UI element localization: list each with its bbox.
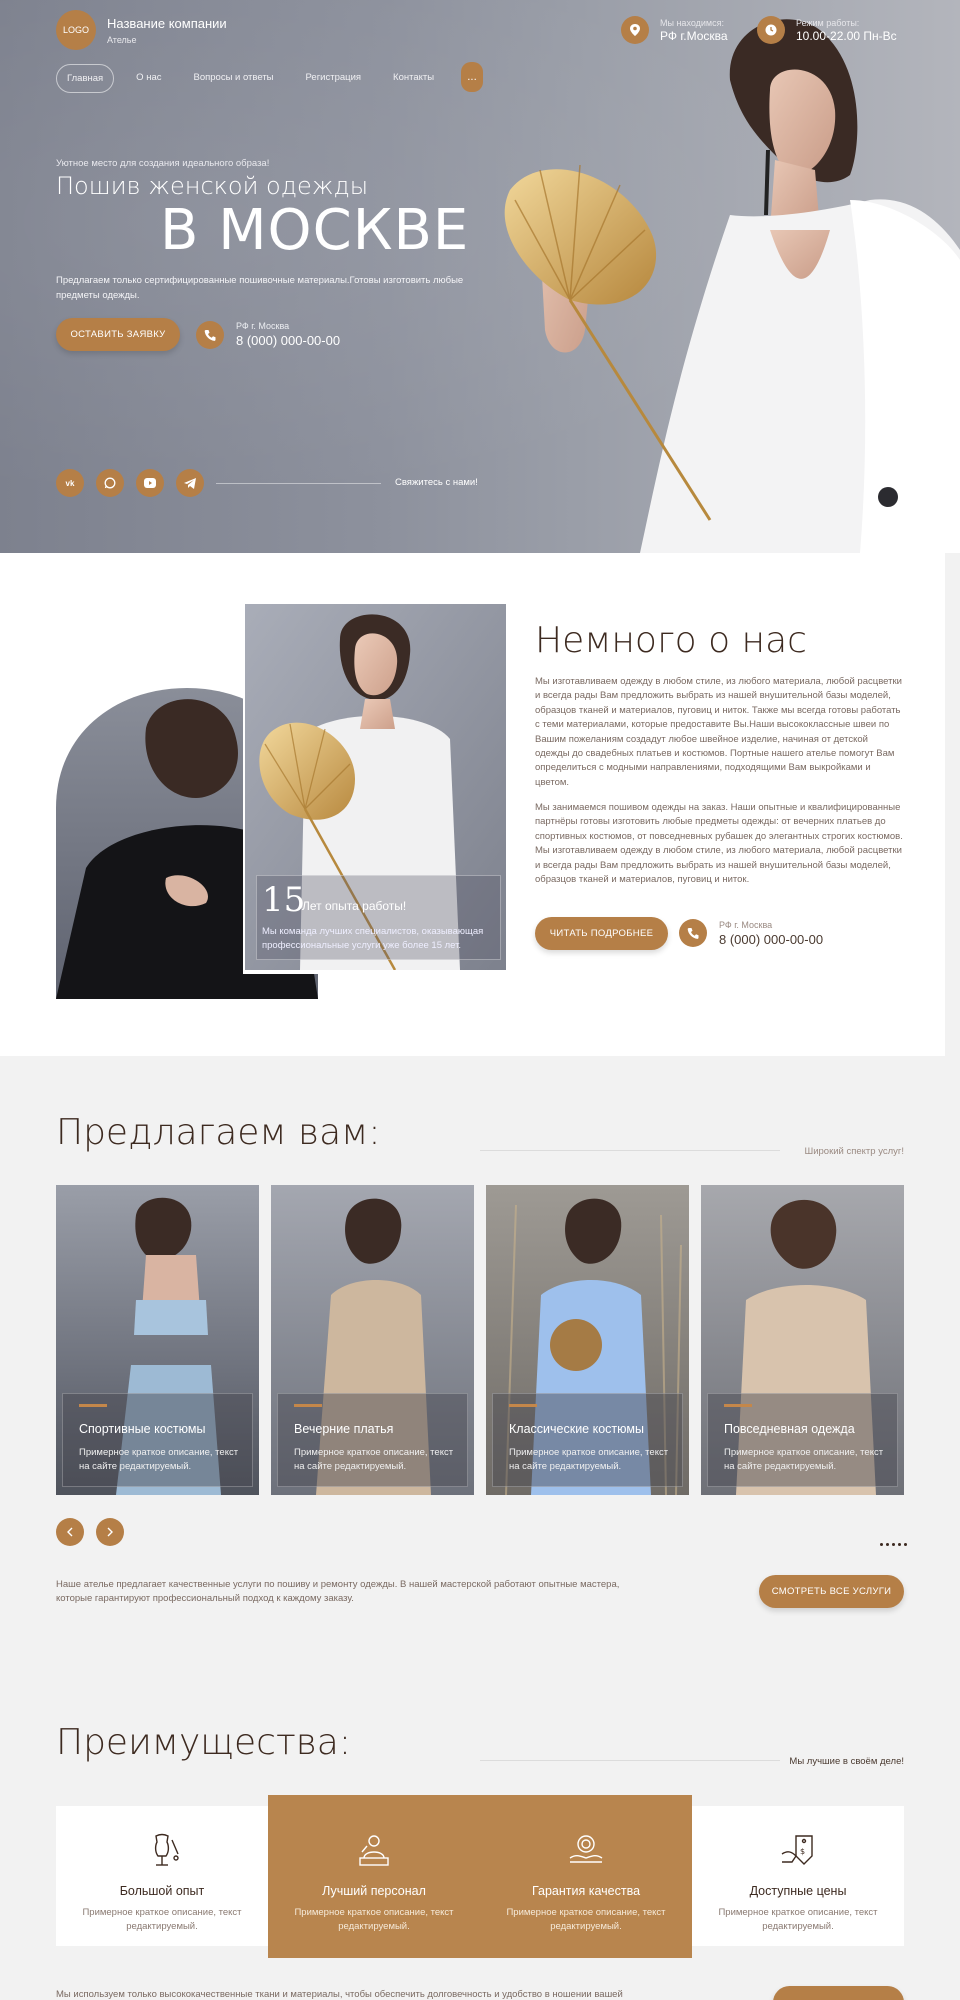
service-card-title: Классические костюмы [509, 1422, 644, 1436]
advantage-card: Гарантия качества Примерное краткое опис… [480, 1795, 692, 1958]
carousel-prev-button[interactable] [56, 1518, 84, 1546]
experience-title: Лет опыта работы! [302, 899, 407, 913]
nav-item-registration[interactable]: Регистрация [296, 64, 372, 93]
service-card-text: Примерное краткое описание, текст на сай… [79, 1447, 239, 1472]
location-label: Мы находимся: [660, 18, 724, 28]
service-card-text: Примерное краткое описание, текст на сай… [509, 1447, 669, 1472]
service-card-title: Вечерние платья [294, 1422, 394, 1436]
hours-value: 10.00-22.00 Пн-Вс [796, 29, 897, 43]
advantage-title: Гарантия качества [531, 1884, 641, 1898]
advantage-text: Примерное краткое описание, текст редакт… [506, 1907, 666, 1932]
vk-icon[interactable]: vk [56, 469, 84, 497]
card-accent-bar [509, 1404, 537, 1407]
service-card-caption: Вечерние платья Примерное краткое описан… [277, 1393, 468, 1487]
submit-request-button[interactable]: ОСТАВИТЬ ЗАЯВКУ [56, 318, 180, 351]
about-title: Немного о нас [535, 620, 807, 661]
advantages-divider [480, 1760, 780, 1761]
company-name: Название компании [107, 16, 227, 31]
advantage-title: Доступные цены [749, 1884, 847, 1898]
phone-icon[interactable] [679, 919, 707, 947]
about-phone-label: РФ г. Москва [719, 920, 773, 930]
nav-more-button[interactable]: ... [461, 62, 483, 92]
hero-section: LOGO Название компании Ателье Мы находим… [0, 0, 960, 553]
hero-title-line1: Пошив женской одежды [56, 172, 369, 200]
youtube-icon[interactable] [136, 469, 164, 497]
nav-item-about[interactable]: О нас [126, 64, 171, 93]
service-card-caption: Классические костюмы Примерное краткое о… [492, 1393, 683, 1487]
staff-icon [359, 1835, 389, 1866]
about-phone-number[interactable]: 8 (000) 000-00-00 [719, 932, 823, 947]
location-value: РФ г.Москва [660, 29, 728, 43]
service-card-text: Примерное краткое описание, текст на сай… [294, 1447, 454, 1472]
logo[interactable]: LOGO [56, 10, 96, 50]
svg-text:$: $ [800, 1847, 805, 1856]
advantages-cta-button[interactable] [773, 1986, 904, 2000]
advantages-title: Преимущества: [56, 1722, 351, 1763]
social-divider [216, 483, 381, 484]
services-subtitle: Широкий спектр услуг! [804, 1146, 905, 1157]
advantage-text: Примерное краткое описание, текст редакт… [718, 1907, 878, 1932]
hero-model-image [504, 19, 960, 553]
hours-label: Режим работы: [796, 18, 860, 28]
nav-item-contacts[interactable]: Контакты [383, 64, 444, 93]
clock-icon [757, 16, 785, 44]
advantage-text: Примерное краткое описание, текст редакт… [294, 1907, 454, 1932]
read-more-button[interactable]: ЧИТАТЬ ПОДРОБНЕЕ [535, 917, 668, 950]
telegram-icon[interactable] [176, 469, 204, 497]
hero-phone-number[interactable]: 8 (000) 000-00-00 [236, 333, 340, 348]
hero-title-line2: В МОСКВЕ [160, 198, 470, 263]
nav-item-faq[interactable]: Вопросы и ответы [183, 64, 283, 93]
quality-icon [569, 1835, 603, 1863]
location-pin-icon [621, 16, 649, 44]
carousel-pagination[interactable] [880, 1543, 907, 1546]
advantage-title: Лучший персонал [322, 1884, 426, 1898]
advantage-text: Примерное краткое описание, текст редакт… [82, 1907, 242, 1932]
company-subtitle: Ателье [107, 35, 137, 45]
service-card-caption: Спортивные костюмы Примерное краткое опи… [62, 1393, 253, 1487]
advantages-subtitle: Мы лучшие в своём деле! [789, 1756, 904, 1767]
service-card-caption: Повседневная одежда Примерное краткое оп… [707, 1393, 898, 1487]
service-card[interactable]: Вечерние платья Примерное краткое описан… [271, 1185, 474, 1495]
service-card-text: Примерное краткое описание, текст на сай… [724, 1447, 884, 1472]
carousel-next-button[interactable] [96, 1518, 124, 1546]
service-card-title: Спортивные костюмы [79, 1422, 206, 1436]
whatsapp-icon[interactable] [96, 469, 124, 497]
social-label: Свяжитесь с нами! [395, 477, 478, 488]
experience-text: Мы команда лучших специалистов, оказываю… [262, 926, 484, 951]
services-divider [480, 1150, 780, 1151]
advantage-title: Большой опыт [119, 1884, 205, 1898]
services-title: Предлагаем вам: [56, 1112, 381, 1153]
hero-description: Предлагаем только сертифицированные поши… [56, 275, 464, 301]
hero-tagline: Уютное место для создания идеального обр… [56, 158, 270, 169]
experience-years: 15 [262, 880, 306, 920]
about-paragraph-1: Мы изготавливаем одежду в любом стиле, и… [535, 676, 902, 788]
card-accent-bar [79, 1404, 107, 1407]
advantages-footer-text: Мы используем только высококачественные … [56, 1989, 623, 2000]
advantage-card: $ Доступные цены Примерное краткое описа… [692, 1806, 904, 1946]
service-card[interactable]: Классические костюмы Примерное краткое о… [486, 1185, 689, 1495]
about-paragraph-2: Мы занимаемся пошивом одежды на заказ. Н… [535, 802, 903, 886]
main-nav: Главная О нас Вопросы и ответы Регистрац… [56, 64, 444, 93]
card-accent-bar [724, 1404, 752, 1407]
advantage-card: Большой опыт Примерное краткое описание,… [56, 1806, 268, 1946]
nav-item-home[interactable]: Главная [56, 64, 115, 93]
services-footer-text: Наше ателье предлагает качественные услу… [56, 1579, 620, 1604]
mannequin-icon [154, 1833, 179, 1866]
advantage-card: Лучший персонал Примерное краткое описан… [268, 1795, 480, 1958]
service-card[interactable]: Спортивные костюмы Примерное краткое опи… [56, 1185, 259, 1495]
service-card-title: Повседневная одежда [724, 1422, 855, 1436]
phone-icon[interactable] [196, 321, 224, 349]
card-accent-bar [294, 1404, 322, 1407]
service-card[interactable]: Повседневная одежда Примерное краткое оп… [701, 1185, 904, 1495]
view-all-services-button[interactable]: СМОТРЕТЬ ВСЕ УСЛУГИ [759, 1575, 904, 1608]
price-tag-icon: $ [781, 1835, 813, 1865]
hero-phone-label: РФ г. Москва [236, 321, 290, 331]
